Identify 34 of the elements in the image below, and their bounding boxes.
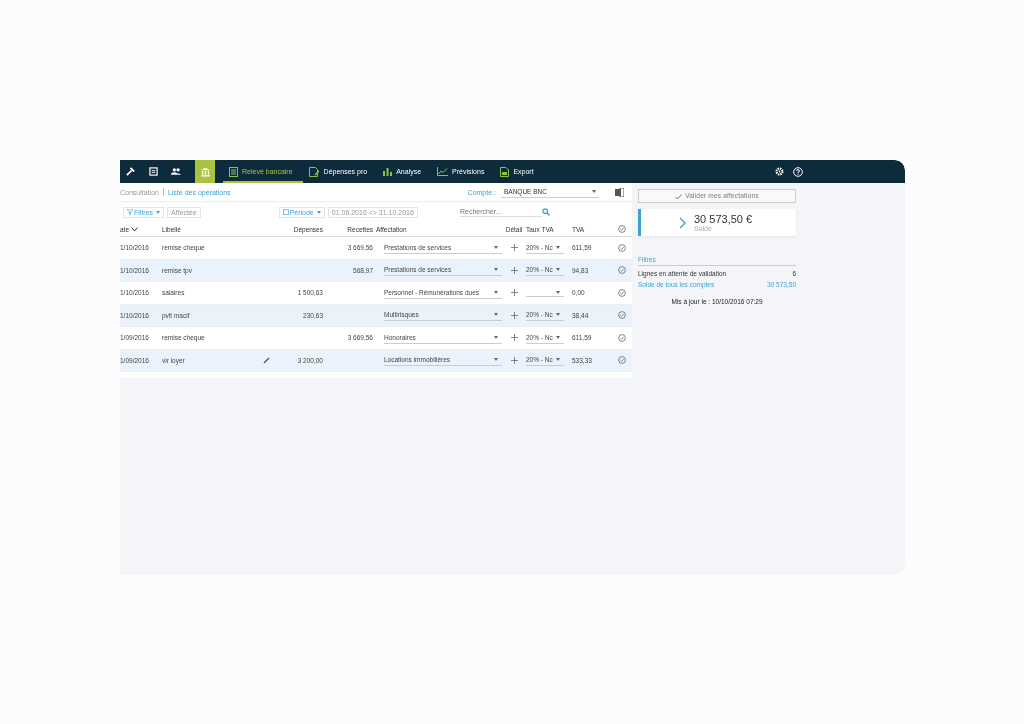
document-pen-icon [308,166,320,177]
plus-icon[interactable] [510,289,518,297]
check-circle-icon [618,225,626,233]
calendar-icon [282,209,289,215]
sort-chevron-icon[interactable] [131,226,139,232]
validate-check-icon[interactable] [618,266,626,275]
validate-check-icon[interactable] [618,356,626,365]
settings-icon[interactable] [775,167,784,176]
bank-icon [199,166,211,177]
balance-amount: 30 573,50 € [694,213,753,225]
export-file-icon [500,166,510,177]
people-icon [171,167,181,176]
plus-icon[interactable] [510,266,518,274]
spreadsheet-icon[interactable] [615,187,624,197]
document-icon [229,166,238,177]
validate-check-icon[interactable] [618,333,626,342]
validate-check-icon[interactable] [618,311,626,320]
plus-icon[interactable] [510,334,518,342]
line-chart-icon [437,167,449,176]
check-icon [675,193,683,200]
bar-chart-icon [383,167,393,176]
document-icon [148,167,158,176]
wrench-icon [125,167,135,176]
validate-check-icon[interactable] [618,288,626,297]
filter-icon [127,209,133,215]
chevron-right-icon[interactable] [679,216,686,229]
plus-icon[interactable] [510,356,518,364]
nav-bank-button[interactable] [195,160,215,183]
validate-check-icon[interactable] [618,243,626,252]
plus-icon[interactable] [510,244,518,252]
help-icon[interactable] [793,166,803,177]
plus-icon[interactable] [510,311,518,319]
pencil-icon[interactable] [262,356,270,364]
search-icon[interactable] [542,208,550,216]
